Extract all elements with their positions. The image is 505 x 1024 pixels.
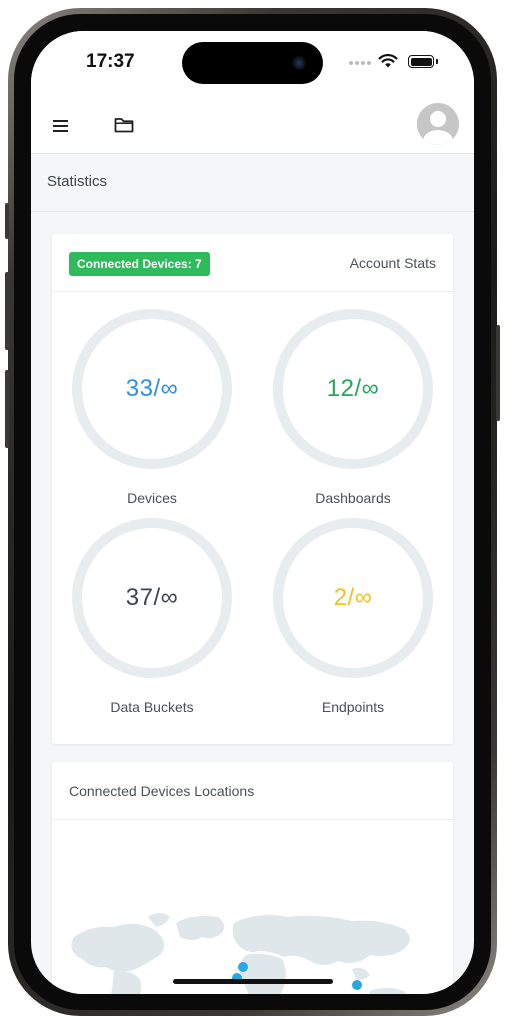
volume-up-button <box>5 272 9 350</box>
gauge-dashboards: 12/∞ Dashboards <box>273 309 433 506</box>
volume-down-button <box>5 370 9 448</box>
battery-nub <box>436 59 438 64</box>
gauge-value: 12/∞ <box>326 375 380 402</box>
connected-devices-badge: Connected Devices: 7 <box>69 252 210 276</box>
account-stats-card-header: Connected Devices: 7 Account Stats <box>52 234 453 292</box>
status-bar: 17:37 <box>31 31 474 101</box>
power-button <box>496 325 500 421</box>
device-location-marker[interactable] <box>238 962 248 972</box>
gauge-ring: 33/∞ <box>72 309 232 469</box>
page-title: Statistics <box>47 173 108 190</box>
action-button <box>5 203 9 239</box>
world-map[interactable] <box>52 819 453 994</box>
camera-icon <box>292 56 306 70</box>
gauge-label: Dashboards <box>315 490 391 506</box>
page-header: Statistics <box>31 154 474 212</box>
device-location-marker[interactable] <box>352 980 362 990</box>
gauge-ring: 37/∞ <box>72 518 232 678</box>
account-stats-card: Connected Devices: 7 Account Stats 33/∞ … <box>52 234 453 744</box>
gauge-ring: 12/∞ <box>273 309 433 469</box>
dynamic-island <box>182 42 323 84</box>
gauge-data-buckets: 37/∞ Data Buckets <box>72 518 232 715</box>
device-locations-title: Connected Devices Locations <box>69 783 255 799</box>
gauge-value: 33/∞ <box>125 375 179 402</box>
user-avatar-icon[interactable] <box>417 103 459 145</box>
gauge-value: 2/∞ <box>333 584 373 611</box>
gauge-ring: 2/∞ <box>273 518 433 678</box>
home-indicator[interactable] <box>173 979 333 984</box>
gauge-label: Devices <box>127 490 177 506</box>
battery-icon <box>408 55 434 68</box>
folder-icon[interactable] <box>113 114 135 136</box>
gauge-label: Data Buckets <box>110 699 194 715</box>
app-topbar <box>31 101 474 154</box>
gauge-value: 37/∞ <box>125 584 179 611</box>
gauge-label: Endpoints <box>321 699 385 715</box>
device-locations-card-header: Connected Devices Locations <box>52 762 453 820</box>
account-stats-heading: Account Stats <box>349 255 436 271</box>
app-screen: 17:37 Statistics Connected Devices: 7 Ac… <box>31 31 474 994</box>
device-locations-card: Connected Devices Locations <box>52 762 453 994</box>
gauge-devices: 33/∞ Devices <box>72 309 232 506</box>
status-time: 17:37 <box>86 51 135 72</box>
cellular-signal-icon <box>349 61 371 65</box>
gauge-endpoints: 2/∞ Endpoints <box>273 518 433 715</box>
wifi-icon <box>378 54 398 68</box>
menu-icon[interactable] <box>51 115 73 137</box>
